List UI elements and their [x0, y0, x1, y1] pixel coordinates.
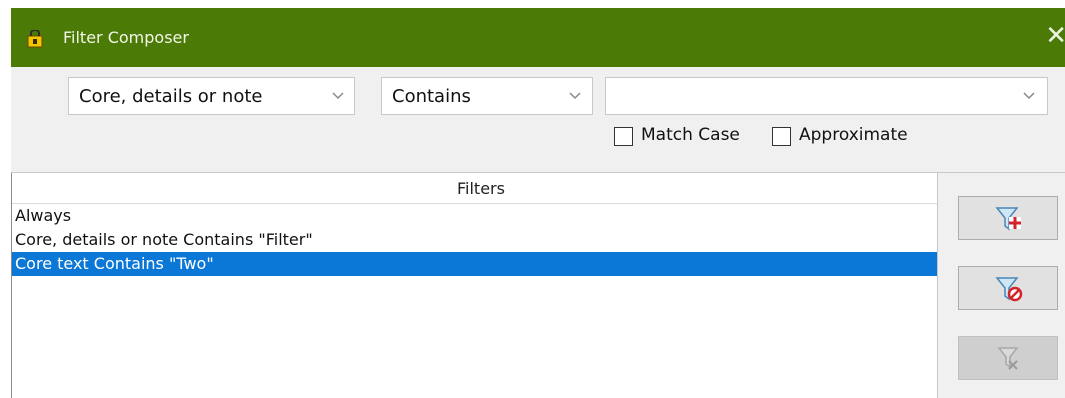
value-combo[interactable] [605, 77, 1048, 115]
filter-edit-icon [997, 347, 1019, 370]
add-filter-button[interactable] [958, 196, 1058, 240]
title-bar[interactable]: Filter Composer ✕ [11, 8, 1065, 67]
approximate-label[interactable]: Approximate [799, 125, 908, 145]
field-combo-value: Core, details or note [79, 86, 263, 107]
chevron-down-icon[interactable] [1022, 90, 1036, 100]
filters-list[interactable]: Filters Always Core, details or note Con… [11, 173, 938, 398]
window-title: Filter Composer [63, 28, 189, 47]
filters-header-label: Filters [457, 179, 505, 198]
chevron-down-icon[interactable] [331, 90, 345, 100]
close-icon[interactable]: ✕ [1045, 23, 1065, 49]
list-item-selected[interactable]: Core text Contains "Two" [12, 252, 937, 276]
search-options: Match Case Approximate [11, 125, 1065, 155]
condition-combo-value: Contains [392, 86, 471, 107]
chevron-down-icon[interactable] [568, 90, 582, 100]
match-case-checkbox[interactable] [614, 127, 633, 146]
match-case-label[interactable]: Match Case [641, 125, 740, 145]
condition-combo[interactable]: Contains [381, 77, 593, 115]
edit-filter-button[interactable] [958, 336, 1058, 380]
filter-composer-window: Filter Composer ✕ Core, details or note … [11, 8, 1065, 398]
list-item[interactable]: Core, details or note Contains "Filter" [12, 228, 937, 252]
list-item[interactable]: Always [12, 204, 937, 228]
field-combo[interactable]: Core, details or note [68, 77, 355, 115]
approximate-checkbox[interactable] [772, 127, 791, 146]
app-icon [25, 29, 45, 48]
filters-list-header[interactable]: Filters [12, 173, 937, 204]
delete-filter-button[interactable] [958, 266, 1058, 310]
filter-add-icon [995, 207, 1021, 231]
filter-delete-icon [995, 277, 1023, 302]
